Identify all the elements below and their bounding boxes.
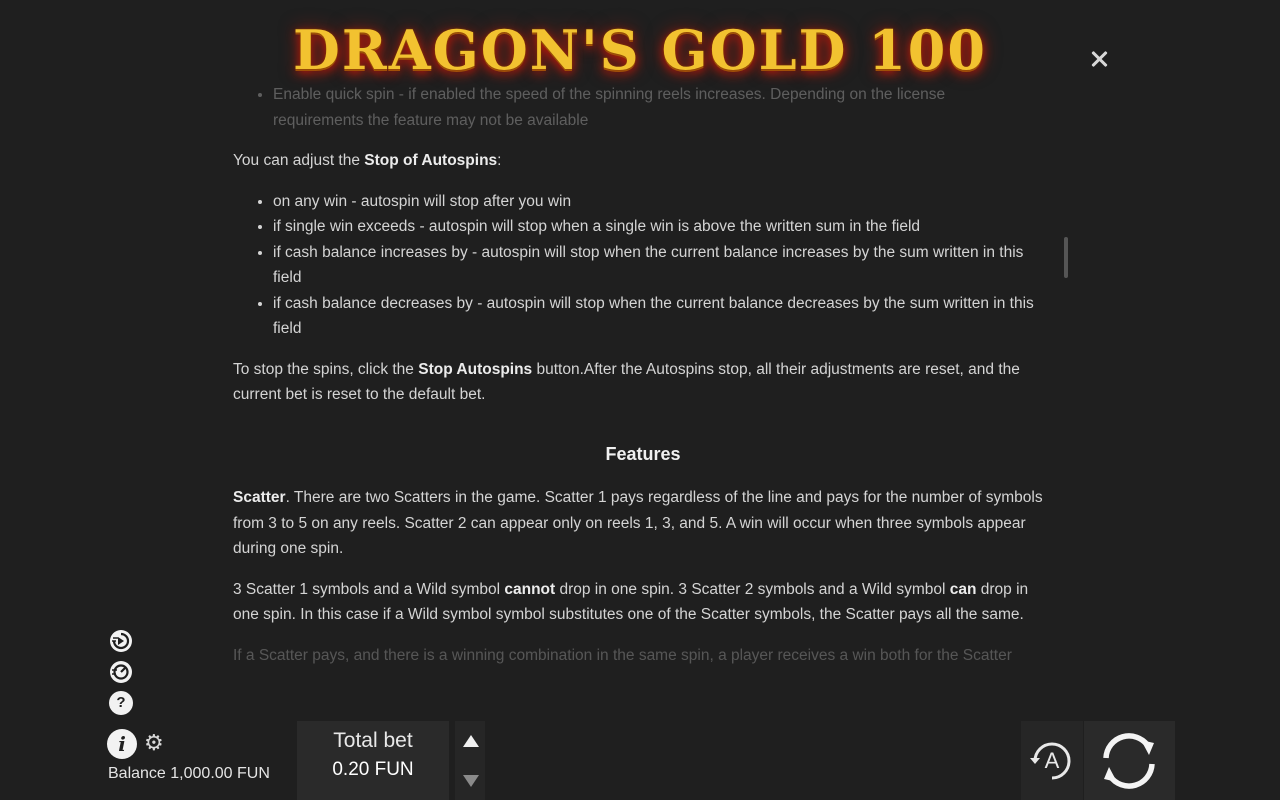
list-item: if cash balance increases by - autospin …: [273, 240, 1053, 291]
rules-content[interactable]: Enable quick spin - if enabled the speed…: [233, 82, 1053, 712]
scrollbar-thumb[interactable]: [1064, 237, 1068, 278]
balance-display: Balance 1,000.00 FUN: [108, 765, 270, 782]
turbo-icon[interactable]: [109, 660, 133, 684]
svg-text:A: A: [1045, 748, 1060, 773]
total-bet-label: Total bet: [333, 729, 413, 752]
total-bet-display: Total bet 0.20 FUN: [297, 721, 449, 800]
stop-options-list: on any win - autospin will stop after yo…: [233, 189, 1053, 342]
help-icon[interactable]: ?: [109, 691, 133, 715]
wild-text: 3 Scatter 1 symbols and a Wild symbol ca…: [233, 580, 1029, 624]
autoplay-button[interactable]: A: [1021, 721, 1083, 800]
bet-stepper: [455, 721, 485, 800]
arrow-down-icon[interactable]: [463, 775, 479, 787]
features-title: Features: [605, 443, 681, 464]
stop-click-text: To stop the spins, click the Stop Autosp…: [233, 360, 1020, 404]
spin-icon: [1103, 733, 1155, 789]
spin-button[interactable]: [1084, 721, 1175, 800]
autoplay-icon: A: [1030, 742, 1071, 780]
info-icon[interactable]: i: [107, 729, 137, 759]
scatter-text: Scatter. There are two Scatters in the g…: [233, 489, 1043, 557]
quick-spin-icon[interactable]: [109, 629, 133, 653]
gear-icon[interactable]: ⚙: [144, 730, 164, 756]
arrow-up-icon[interactable]: [463, 735, 479, 747]
list-item: if cash balance decreases by - autospin …: [273, 291, 1053, 342]
faded-paragraph: If a Scatter pays, and there is a winnin…: [233, 646, 1012, 664]
faded-list: Enable quick spin - if enabled the speed…: [233, 82, 1053, 133]
list-item: Enable quick spin - if enabled the speed…: [273, 82, 1053, 133]
list-item: if single win exceeds - autospin will st…: [273, 214, 1053, 240]
stop-intro: You can adjust the Stop of Autospins:: [233, 152, 502, 169]
close-icon[interactable]: [1088, 48, 1110, 70]
total-bet-value: 0.20 FUN: [332, 759, 414, 780]
list-item: on any win - autospin will stop after yo…: [273, 189, 1053, 215]
